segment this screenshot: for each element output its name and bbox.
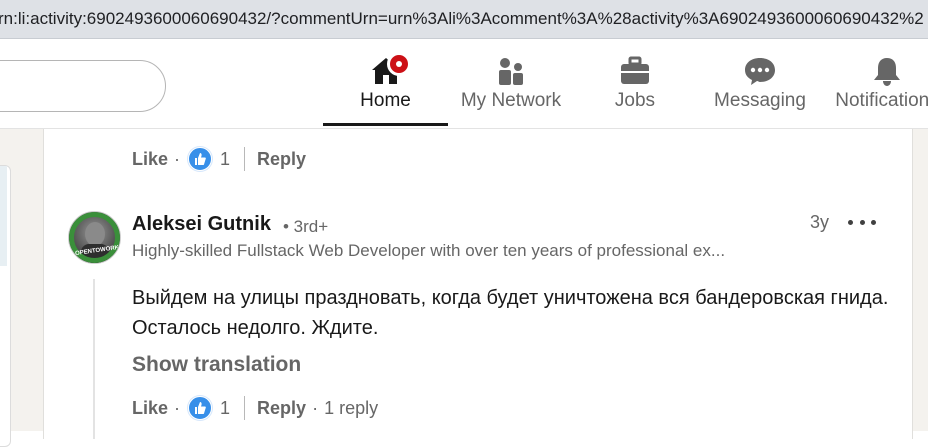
previous-comment-actions: Like · 1 Reply [132, 147, 306, 171]
reply-button[interactable]: Reply [257, 398, 306, 419]
action-divider [244, 147, 246, 171]
url-text[interactable]: rn:li:activity:6902493600060690432/?comm… [0, 9, 924, 29]
nav-item-messaging[interactable]: Messaging [713, 39, 807, 128]
reply-button[interactable]: Reply [257, 149, 306, 170]
like-button[interactable]: Like [132, 149, 168, 170]
comment-actions: Like · 1 Reply · 1 reply [132, 396, 378, 420]
like-count[interactable]: 1 [220, 149, 230, 170]
top-navbar: Home My Network Jobs Messaging Notificat… [0, 39, 928, 129]
browser-address-bar[interactable]: rn:li:activity:6902493600060690432/?comm… [0, 0, 928, 39]
search-input[interactable] [0, 60, 166, 112]
separator-dot: · [312, 397, 319, 418]
comment-text: Выйдем на улицы праздновать, когда будет… [132, 287, 889, 339]
action-divider [244, 396, 246, 420]
nav-item-home[interactable]: Home [348, 39, 423, 128]
like-count[interactable]: 1 [220, 398, 230, 419]
connection-degree: • 3rd+ [283, 217, 329, 236]
like-reaction-icon[interactable] [188, 396, 213, 420]
messaging-icon [745, 58, 775, 85]
ellipsis-dot [859, 219, 865, 225]
like-button[interactable]: Like [132, 398, 168, 419]
briefcase-icon [621, 56, 649, 84]
nav-label-home: Home [360, 90, 411, 111]
author-headline: Highly-skilled Fullstack Web Developer w… [132, 241, 726, 260]
replies-count-link[interactable]: 1 reply [324, 398, 378, 419]
ellipsis-dot [871, 219, 876, 225]
ellipsis-dot [848, 219, 853, 225]
nav-item-jobs[interactable]: Jobs [605, 39, 665, 128]
active-tab-indicator [323, 123, 448, 126]
more-options-button[interactable] [848, 206, 876, 238]
nav-label-my-network: My Network [460, 90, 562, 111]
my-network-icon [499, 58, 523, 85]
like-reaction-icon[interactable] [188, 147, 213, 171]
bell-icon [874, 58, 900, 86]
comment-timestamp: 3y [810, 212, 830, 232]
avatar[interactable]: OPENTOWORK [68, 211, 121, 264]
separator-dot: · [174, 148, 181, 169]
author-name[interactable]: Aleksei Gutnik [132, 213, 271, 236]
left-sidebar-card-banner [0, 166, 7, 266]
nav-label-jobs: Jobs [614, 90, 656, 111]
nav-item-notifications[interactable]: Notifications [832, 39, 928, 128]
nav-label-messaging: Messaging [714, 90, 806, 111]
separator-dot: · [174, 397, 181, 418]
show-translation-button[interactable]: Show translation [132, 353, 301, 377]
thread-line [93, 279, 95, 439]
nav-item-my-network[interactable]: My Network [455, 39, 567, 128]
notification-badge [387, 52, 411, 76]
nav-label-notifications: Notifications [835, 90, 928, 111]
